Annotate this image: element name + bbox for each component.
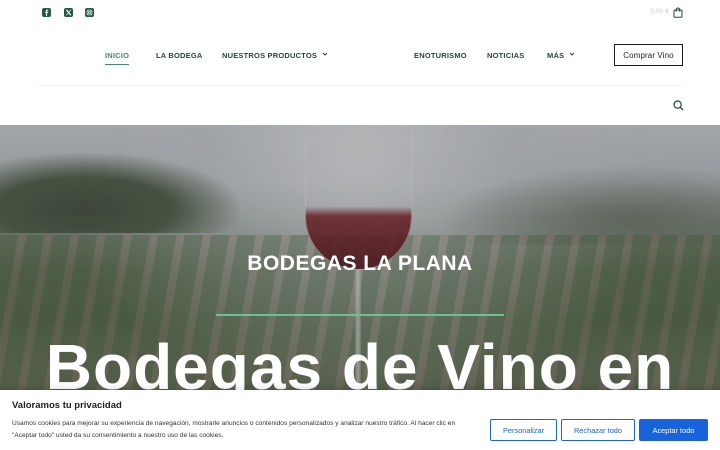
comprar-vino-button[interactable]: Comprar Vino [614,44,683,66]
chevron-down-icon [569,52,575,56]
nav-item-nuestros-productos[interactable]: NUESTROS PRODUCTOS [222,51,328,60]
nav-item-label: ENOTURISMO [414,51,467,60]
nav-item-label: INICIO [105,51,130,60]
customize-cookies-button[interactable]: Personalizar [490,419,557,441]
nav-item-la-bodega[interactable]: LA BODEGA [156,51,203,60]
cookie-title: Valoramos tu privacidad [12,400,122,411]
chevron-down-icon [322,52,328,56]
main-nav: INICIO LA BODEGA NUESTROS PRODUCTOS ENOT… [0,40,720,70]
reject-all-cookies-button[interactable]: Rechazar todo [561,419,635,441]
hero-divider-line [216,314,504,316]
nav-item-label: LA BODEGA [156,51,203,60]
header-divider [38,85,682,86]
nav-item-noticias[interactable]: NOTICIAS [487,51,524,60]
search-icon[interactable] [673,100,684,111]
facebook-icon[interactable] [42,8,51,17]
nav-item-label: NOTICIAS [487,51,525,60]
nav-item-label: NUESTROS PRODUCTOS [222,51,318,60]
accept-all-cookies-button[interactable]: Aceptar todo [639,419,708,441]
cart-total[interactable]: 0,00 € [651,9,669,15]
nav-item-mas[interactable]: MÁS [547,51,575,60]
top-bar: 0,00 € [0,0,720,26]
shopping-bag-icon[interactable] [673,7,683,18]
nav-item-inicio[interactable]: INICIO [105,51,130,65]
cookie-description: Usamos cookies para mejorar su experienc… [12,420,456,439]
hero-subtitle: BODEGAS LA PLANA [247,252,473,275]
nav-item-label: MÁS [547,51,565,60]
x-twitter-icon[interactable] [64,8,73,17]
instagram-icon[interactable] [85,8,94,17]
nav-item-enoturismo[interactable]: ENOTURISMO [414,51,467,60]
